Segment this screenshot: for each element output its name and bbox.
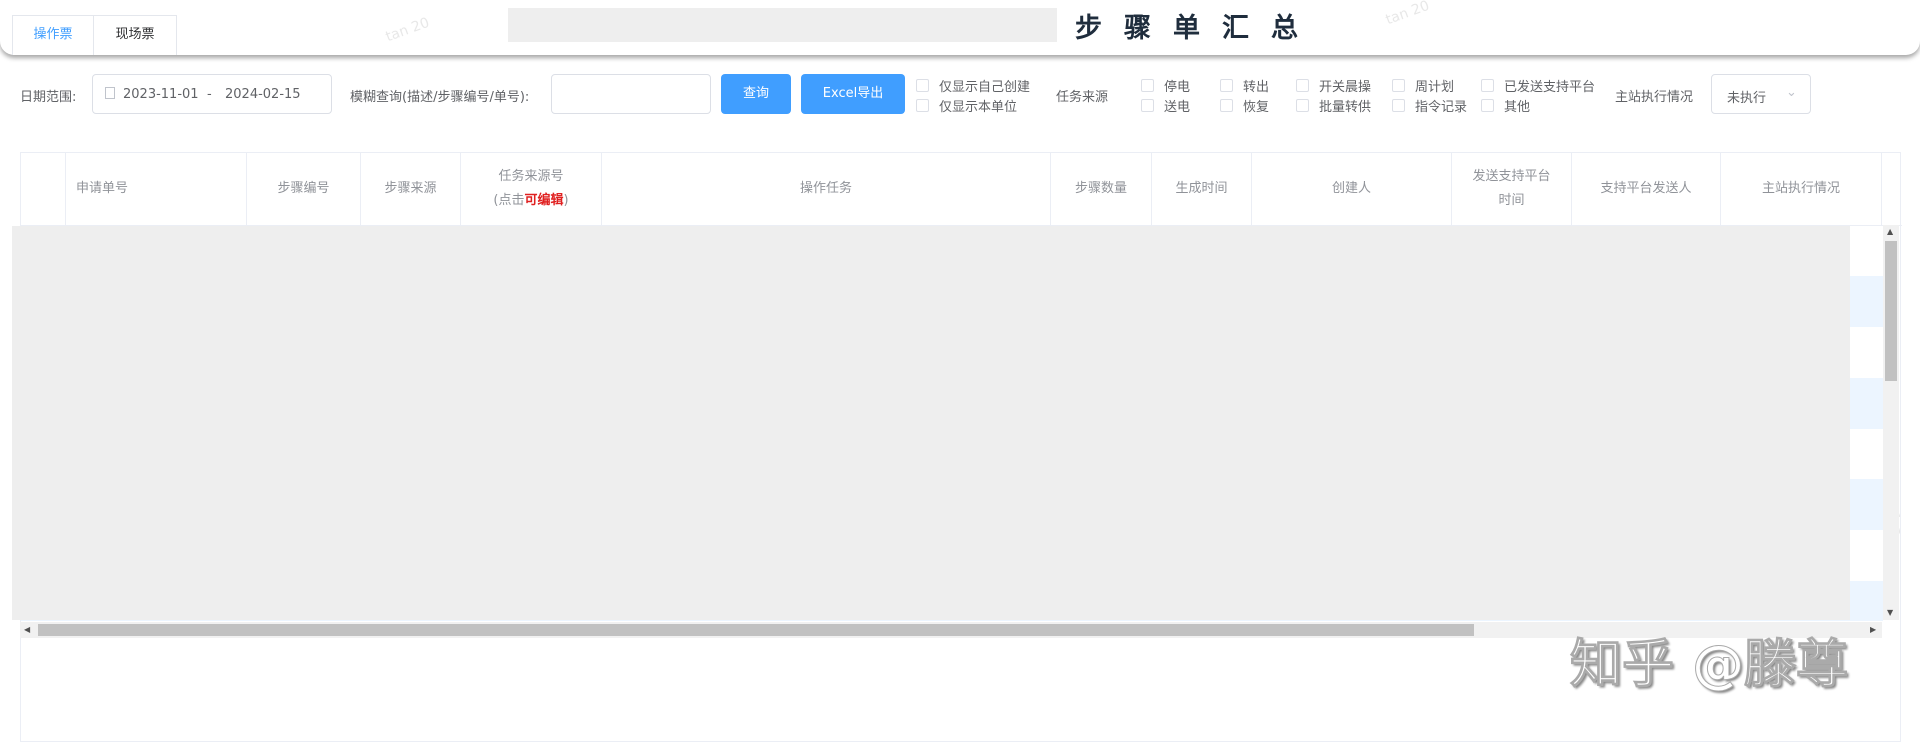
col-header-operation-task: 操作任务 [602,153,1051,226]
source-checkbox[interactable]: 指令记录 [1392,96,1467,115]
checkbox-label: 仅显示自己创建 [939,80,1031,95]
scroll-right-icon[interactable]: ▶ [1870,625,1876,634]
checkbox-box[interactable] [1141,79,1154,92]
checkbox-box[interactable] [916,99,929,112]
date-range-picker[interactable]: 2023-11-01 - 2024-02-15 [92,74,332,114]
checkbox-box[interactable] [1481,99,1494,112]
tab-site-ticket[interactable]: 现场票 [93,15,177,55]
source-checkbox[interactable]: 周计划 [1392,76,1454,95]
checkbox-label: 恢复 [1243,100,1270,115]
col-header-step-source: 步骤来源 [361,153,461,226]
checkbox-label: 转出 [1243,80,1270,95]
col-header-step-count: 步骤数量 [1051,153,1152,226]
source-checkbox[interactable]: 开关晨操 [1296,76,1371,95]
fuzzy-search-label: 模糊查询(描述/步骤编号/单号): [350,90,530,105]
source-checkbox[interactable]: 恢复 [1220,96,1269,115]
checkbox-box[interactable] [1296,99,1309,112]
checkbox-box[interactable] [1296,79,1309,92]
source-checkbox[interactable]: 转出 [1220,76,1269,95]
editable-hint: 可编辑 [524,193,564,208]
header-line: 发送支持平台 [1472,169,1551,184]
own-unit-checkbox[interactable]: 仅显示本单位 [916,96,1017,115]
checkbox-label: 指令记录 [1415,100,1468,115]
checkbox-label: 其他 [1504,100,1531,115]
col-header-send-time: 发送支持平台 时间 [1452,153,1572,226]
exec-status-label: 主站执行情况 [1615,90,1694,105]
checkbox-label: 停电 [1164,80,1191,95]
col-header-more [1882,153,1902,226]
chevron-down-icon: ⌄ [1786,85,1797,100]
source-checkbox[interactable]: 其他 [1481,96,1530,115]
checkbox-box[interactable] [916,79,929,92]
col-header-step-no: 步骤编号 [247,153,361,226]
col-header-created-time: 生成时间 [1152,153,1252,226]
sub-prefix: (点击 [493,193,525,208]
header-subline: (点击可编辑) [493,189,568,213]
calendar-icon [105,87,115,99]
sub-suffix: ) [563,193,569,208]
scroll-left-icon[interactable]: ◀ [24,625,30,634]
checkbox-box[interactable] [1392,79,1405,92]
date-end[interactable]: 2024-02-15 [225,87,301,102]
redacted-table-body [12,226,1850,620]
fuzzy-search-input[interactable] [551,74,711,114]
horizontal-scroll-thumb[interactable] [38,624,1474,636]
exec-status-select[interactable]: 未执行 ⌄ [1711,74,1811,114]
col-header-task-source-no: 任务来源号 (点击可编辑) [461,153,602,226]
checkbox-label: 送电 [1164,100,1191,115]
source-checkbox[interactable]: 送电 [1141,96,1190,115]
col-header-exec-status: 主站执行情况 [1721,153,1882,226]
checkbox-box[interactable] [1220,79,1233,92]
vertical-scrollbar[interactable]: ▲ ▼ [1883,225,1899,620]
checkbox-label: 仅显示本单位 [939,100,1018,115]
date-start[interactable]: 2023-11-01 [123,87,199,102]
source-checkbox[interactable]: 批量转供 [1296,96,1371,115]
checkbox-box[interactable] [1392,99,1405,112]
checkbox-box[interactable] [1481,79,1494,92]
excel-export-button[interactable]: Excel导出 [801,74,905,114]
query-button[interactable]: 查询 [721,74,791,114]
checkbox-label: 批量转供 [1319,100,1372,115]
source-checkbox[interactable]: 已发送支持平台 [1481,76,1595,95]
col-header-index [21,153,66,226]
vertical-scroll-thumb[interactable] [1885,241,1897,381]
page-title: 步骤单汇总 [1075,13,1320,44]
date-range-label: 日期范围: [20,90,77,105]
top-header: 操作票 现场票 步骤单汇总 [0,0,1920,55]
col-header-platform-sender: 支持平台发送人 [1572,153,1721,226]
scroll-up-icon[interactable]: ▲ [1887,227,1893,236]
tab-operation-ticket[interactable]: 操作票 [12,15,94,55]
checkbox-label: 已发送支持平台 [1504,80,1596,95]
checkbox-box[interactable] [1141,99,1154,112]
header-line: 时间 [1498,193,1525,208]
source-checkbox[interactable]: 停电 [1141,76,1190,95]
col-header-application-no: 申请单号 [66,153,247,226]
col-header-creator: 创建人 [1252,153,1452,226]
scroll-down-icon[interactable]: ▼ [1887,608,1893,617]
checkbox-box[interactable] [1220,99,1233,112]
task-source-label: 任务来源 [1056,90,1109,105]
own-created-checkbox[interactable]: 仅显示自己创建 [916,76,1030,95]
exec-status-value: 未执行 [1727,91,1767,106]
redacted-bar [508,8,1057,42]
checkbox-label: 开关晨操 [1319,80,1372,95]
header-line: 任务来源号 [498,169,564,184]
zhihu-watermark: 知乎 @滕尊 [1569,635,1849,696]
date-separator: - [207,87,212,102]
checkbox-label: 周计划 [1415,80,1455,95]
